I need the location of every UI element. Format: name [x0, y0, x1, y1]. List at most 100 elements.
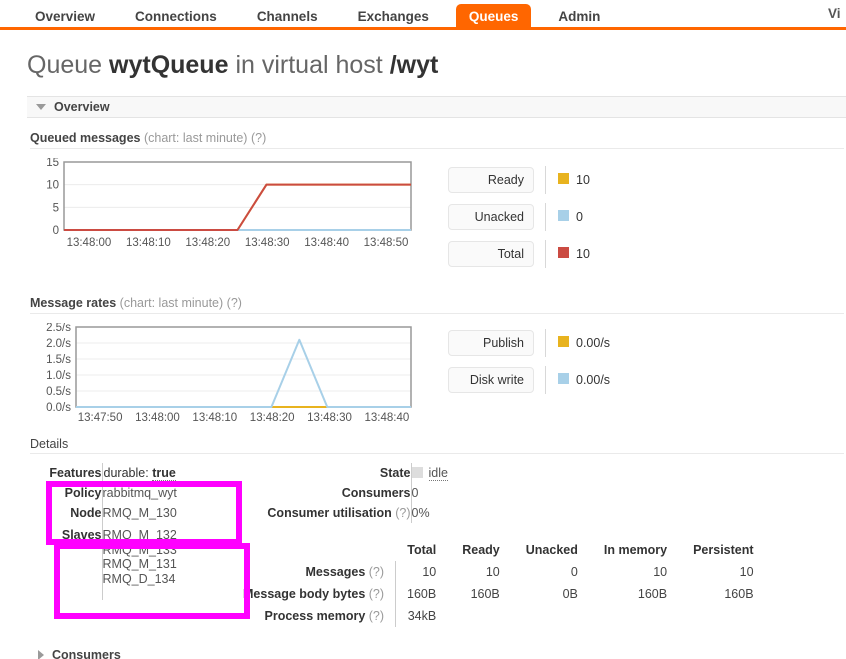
- table-row-state: State idle: [243, 463, 448, 483]
- queued-messages-block: Queued messages (chart: last minute) (?)…: [30, 131, 846, 277]
- state-value-cell: idle: [410, 463, 448, 483]
- nav-tab-overview[interactable]: Overview: [22, 4, 108, 30]
- stats-row-help-icon[interactable]: (?): [369, 565, 384, 579]
- page-content: Queue wytQueue in virtual host /wyt Over…: [0, 50, 846, 659]
- svg-text:13:48:20: 13:48:20: [185, 237, 230, 248]
- main-navigation: Overview Connections Channels Exchanges Queu…: [0, 0, 846, 30]
- svg-text:13:48:50: 13:48:50: [364, 237, 409, 248]
- svg-text:13:48:30: 13:48:30: [307, 412, 352, 423]
- queued-messages-legend: Ready 10 Unacked 0 Total 10: [448, 158, 590, 277]
- stats-row-label: Message body bytes (?): [243, 587, 385, 601]
- svg-text:13:48:20: 13:48:20: [250, 412, 295, 423]
- queued-messages-legend-value-total: 10: [558, 247, 590, 261]
- nav-tab-queues[interactable]: Queues: [455, 4, 532, 30]
- stats-column-header: In memory: [603, 543, 668, 557]
- legend-swatch-icon: [558, 336, 569, 347]
- svg-text:13:48:10: 13:48:10: [192, 412, 237, 423]
- table-row: Process memory (?) 34kB: [243, 605, 754, 627]
- nav-tab-exchanges[interactable]: Exchanges: [345, 4, 442, 30]
- stats-row-help-icon[interactable]: (?): [369, 587, 384, 601]
- svg-text:1.0/s: 1.0/s: [46, 370, 71, 382]
- table-row: Messages (?) 10 10 0 10 10: [243, 561, 754, 583]
- svg-text:13:48:00: 13:48:00: [67, 237, 112, 248]
- stats-cell: 10: [739, 565, 754, 579]
- slave-node-item[interactable]: RMQ_D_134: [103, 572, 177, 587]
- svg-text:13:48:40: 13:48:40: [365, 412, 410, 423]
- state-label: State: [379, 466, 411, 480]
- queued-messages-legend-button-ready[interactable]: Ready: [448, 167, 534, 193]
- legend-swatch-icon: [558, 173, 569, 184]
- slave-node-item[interactable]: RMQ_M_133: [103, 543, 177, 558]
- svg-text:0: 0: [53, 225, 59, 237]
- message-rates-legend: Publish 0.00/s Disk write 0.00/s: [448, 323, 610, 403]
- queued-messages-legend-button-total[interactable]: Total: [448, 241, 534, 267]
- message-statistics-table: Total Ready Unacked In memory Persistent Mess…: [243, 539, 754, 627]
- nav-tab-channels[interactable]: Channels: [244, 4, 331, 30]
- page-title-queue-name: wytQueue: [109, 51, 229, 79]
- node-value[interactable]: RMQ_M_130: [101, 503, 177, 523]
- queued-messages-legend-row: Ready 10: [448, 166, 590, 194]
- details-section: Details Features durable: true Policy ra…: [0, 437, 846, 627]
- stats-cell: 160B: [724, 587, 754, 601]
- queued-messages-svg: 0 5 10 15 13:48:00 13:48:10 13:48:20 13:48:30 13…: [46, 158, 412, 248]
- section-header-consumers-label: Consumers: [52, 647, 121, 659]
- message-rates-caption-title: Message rates: [30, 296, 117, 310]
- features-durable-value[interactable]: true: [152, 466, 176, 481]
- page-title-middle: in virtual host: [228, 51, 390, 79]
- svg-text:1.5/s: 1.5/s: [46, 354, 71, 366]
- stats-cell: 160B: [395, 583, 437, 605]
- consumers-count-value: 0: [410, 483, 448, 503]
- stats-cell: 160B: [637, 587, 668, 601]
- message-rates-legend-button-disk-write[interactable]: Disk write: [448, 367, 534, 393]
- legend-separator: [545, 366, 546, 394]
- state-table: State idle Consumers 0 Consumer utilisat…: [243, 463, 448, 523]
- stats-cell: 10: [485, 565, 500, 579]
- message-rates-legend-button-publish[interactable]: Publish: [448, 330, 534, 356]
- svg-text:13:48:30: 13:48:30: [245, 237, 290, 248]
- slave-node-item[interactable]: RMQ_M_132: [103, 528, 177, 543]
- nav-tab-connections[interactable]: Connections: [122, 4, 230, 30]
- consumers-count-label: Consumers: [341, 486, 411, 500]
- message-rates-help-icon[interactable]: (?): [227, 296, 242, 310]
- details-body: Features durable: true Policy rabbitmq_w…: [30, 463, 846, 627]
- section-header-consumers[interactable]: Consumers: [27, 644, 846, 659]
- message-rates-legend-row: Disk write 0.00/s: [448, 366, 610, 394]
- message-rates-block: Message rates (chart: last minute) (?) 0…: [30, 296, 846, 423]
- legend-swatch-icon: [558, 247, 569, 258]
- table-row-features: Features durable: true: [30, 463, 177, 483]
- state-value[interactable]: idle: [428, 466, 448, 481]
- stats-cell: [578, 605, 667, 627]
- table-row-consumer-utilisation: Consumer utilisation (?) 0%: [243, 503, 448, 523]
- page-title-vhost: /wyt: [389, 51, 439, 79]
- caret-right-icon: [38, 649, 44, 659]
- stats-cell: 0B: [562, 587, 578, 601]
- policy-value[interactable]: rabbitmq_wyt: [101, 483, 177, 503]
- queued-messages-legend-value-ready: 10: [558, 173, 590, 187]
- legend-separator: [545, 240, 546, 268]
- nav-right-label: Vi: [828, 6, 841, 21]
- stats-corner-cell: [243, 539, 396, 561]
- stats-column-header: Total: [407, 543, 437, 557]
- consumer-utilisation-help-icon[interactable]: (?): [395, 506, 410, 520]
- legend-separator: [545, 203, 546, 231]
- details-label: Details: [30, 437, 844, 454]
- queued-messages-help-icon[interactable]: (?): [251, 131, 266, 145]
- stats-row-help-icon[interactable]: (?): [369, 609, 384, 623]
- stats-header-row: Total Ready Unacked In memory Persistent: [243, 539, 754, 561]
- page-title-prefix: Queue: [27, 51, 110, 79]
- policy-label: Policy: [64, 486, 102, 500]
- slave-node-item[interactable]: RMQ_M_131: [103, 557, 177, 572]
- message-rates-legend-value-disk-write: 0.00/s: [558, 373, 610, 387]
- section-header-overview[interactable]: Overview: [27, 96, 846, 118]
- message-rates-chart: 0.0/s 0.5/s 1.0/s 1.5/s 2.0/s 2.5/s 13:47:50 13…: [30, 323, 415, 423]
- table-row: Message body bytes (?) 160B 160B 0B 160B 160B: [243, 583, 754, 605]
- svg-text:13:48:00: 13:48:00: [135, 412, 180, 423]
- page-title: Queue wytQueue in virtual host /wyt: [27, 50, 846, 80]
- nav-tab-admin[interactable]: Admin: [545, 4, 613, 30]
- stats-column-header: Unacked: [525, 543, 578, 557]
- queued-messages-legend-button-unacked[interactable]: Unacked: [448, 204, 534, 230]
- table-row-slaves: Slaves RMQ_M_132 RMQ_M_133 RMQ_M_131 RMQ_D_…: [30, 523, 177, 600]
- message-rates-legend-row: Publish 0.00/s: [448, 329, 610, 357]
- stats-column-header: Persistent: [693, 543, 754, 557]
- details-left-column: Features durable: true Policy rabbitmq_w…: [30, 463, 230, 627]
